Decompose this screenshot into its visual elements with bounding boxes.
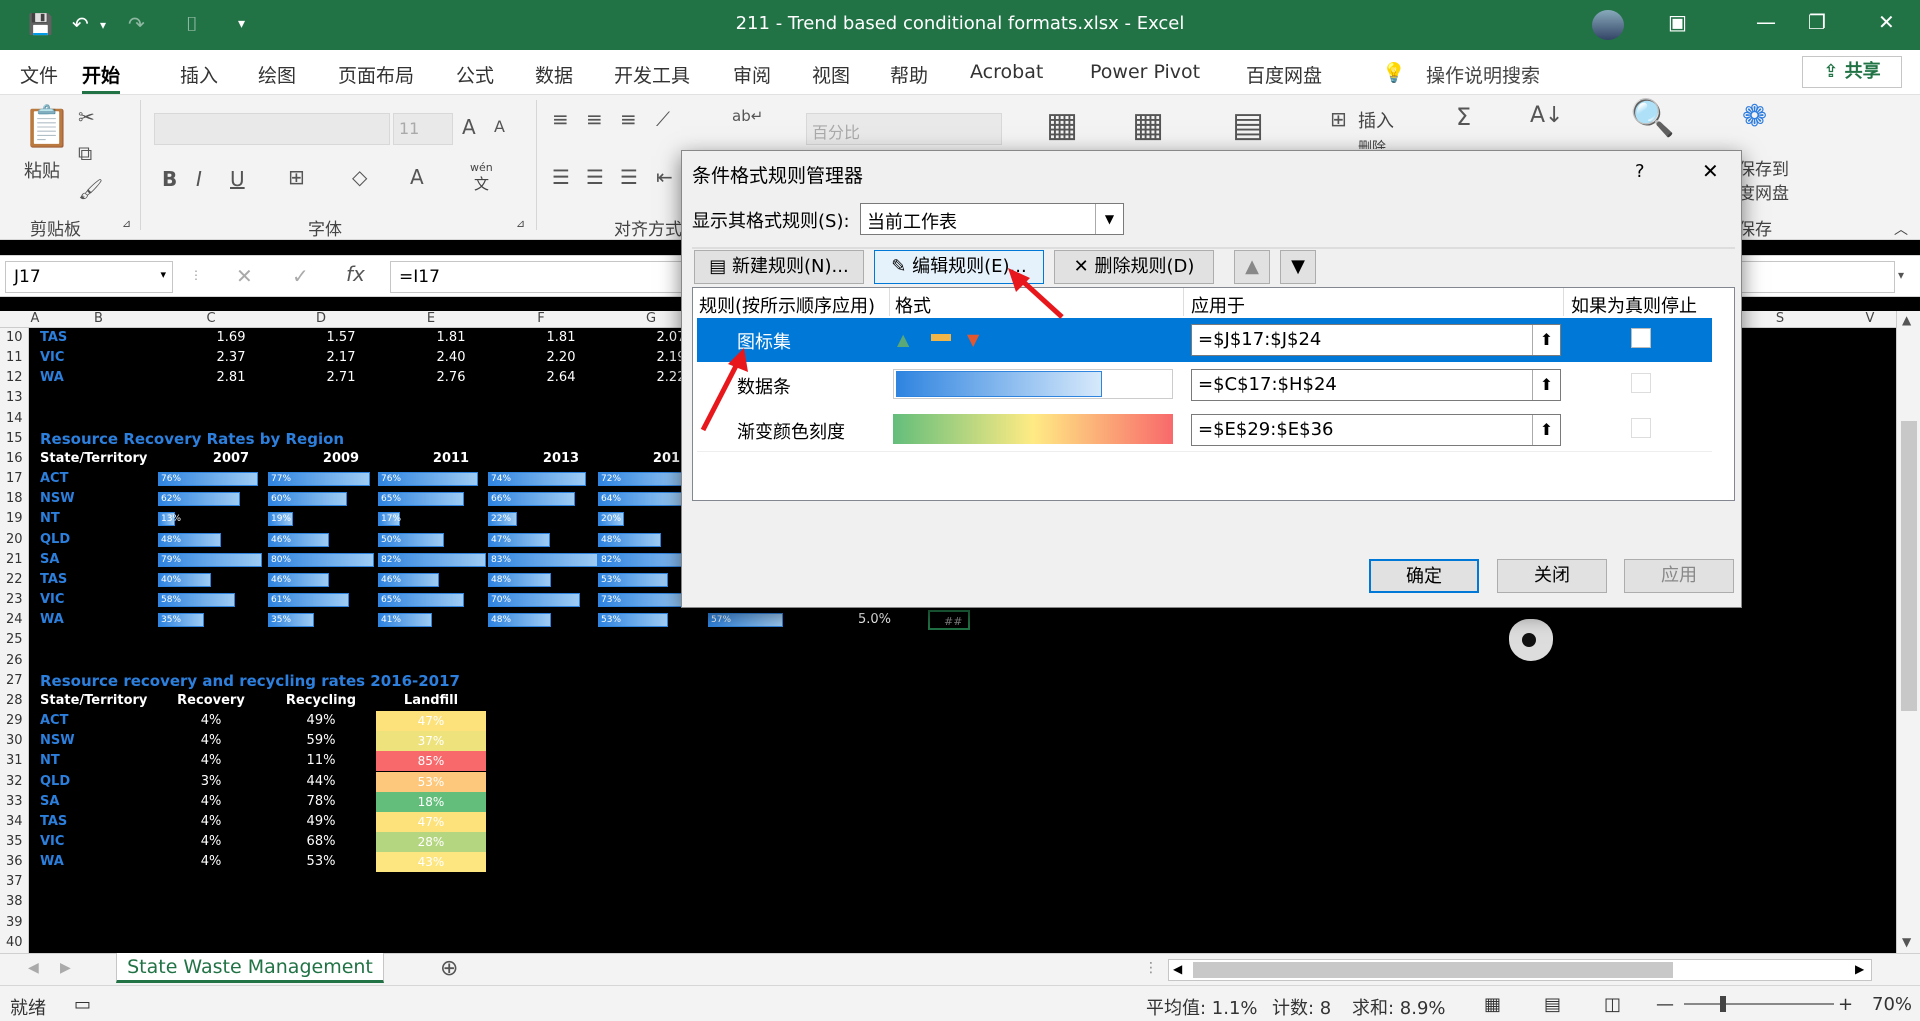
annotation-arrow-iconset — [700, 360, 741, 432]
annotation-arrow-edit-head — [1008, 268, 1030, 292]
annotation-arrow-iconset-head — [728, 348, 748, 372]
annotation-arrows — [700, 268, 1064, 432]
